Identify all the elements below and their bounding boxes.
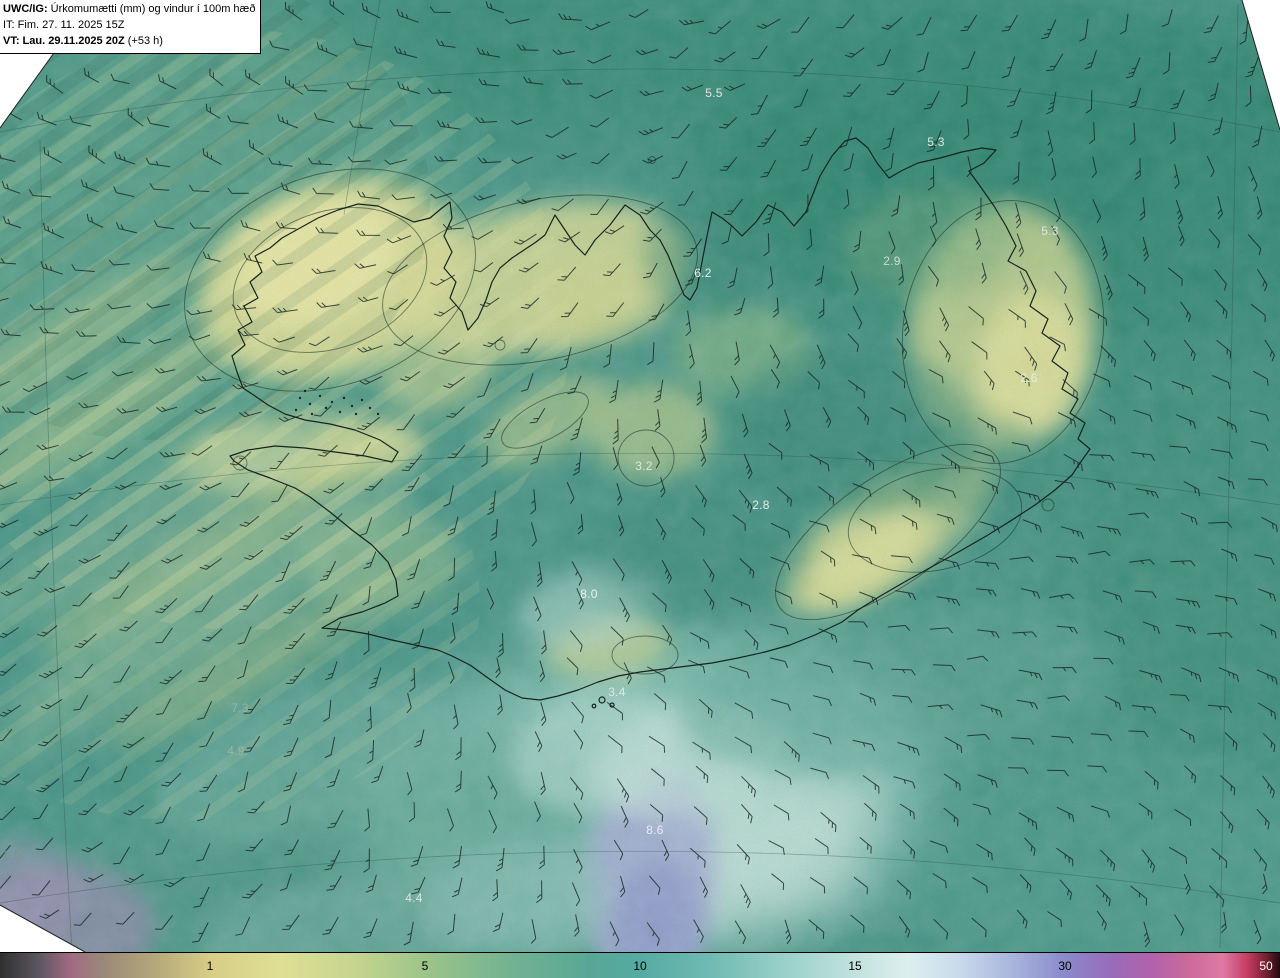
colorbar-tick-label: 5 [421,958,429,973]
title-line-valid: VT: Lau. 29.11.2025 20Z (+53 h) [3,34,255,50]
colorbar-tick-label: 1 [206,958,214,973]
map-title-box: UWC/IG: Úrkomumætti (mm) og vindur í 100… [0,0,262,54]
title-line-product: UWC/IG: Úrkomumætti (mm) og vindur í 100… [3,2,255,18]
init-time-label: IT: [3,18,15,31]
title-line-init: IT: Fim. 27. 11. 2025 15Z [3,18,255,34]
grain-texture [0,0,1280,952]
precipitation-field [0,0,1280,952]
weather-map: 5.5 5.3 5.3 6.2 2.9 2.6 3.2 2.8 8.0 3.4 7.3 4.9 8.6 4… [0,0,1280,978]
product-title: Úrkomumætti (mm) og vindur í 100m hæð [47,3,256,15]
precipitation-colorbar: 1 5 10 15 30 50 [0,952,1280,978]
valid-time-label: VT: Lau. 29.11.2025 20Z [3,34,125,47]
product-id: UWC/IG: [3,3,48,15]
colorbar-tick-label: 50 [1259,958,1273,973]
init-time: Fim. 27. 11. 2025 15Z [14,18,125,31]
colorbar-tick-label: 30 [1058,958,1072,973]
colorbar-tick-label: 10 [633,958,647,973]
colorbar-tick-label: 15 [848,958,862,973]
valid-time-offset: (+53 h) [124,34,163,47]
